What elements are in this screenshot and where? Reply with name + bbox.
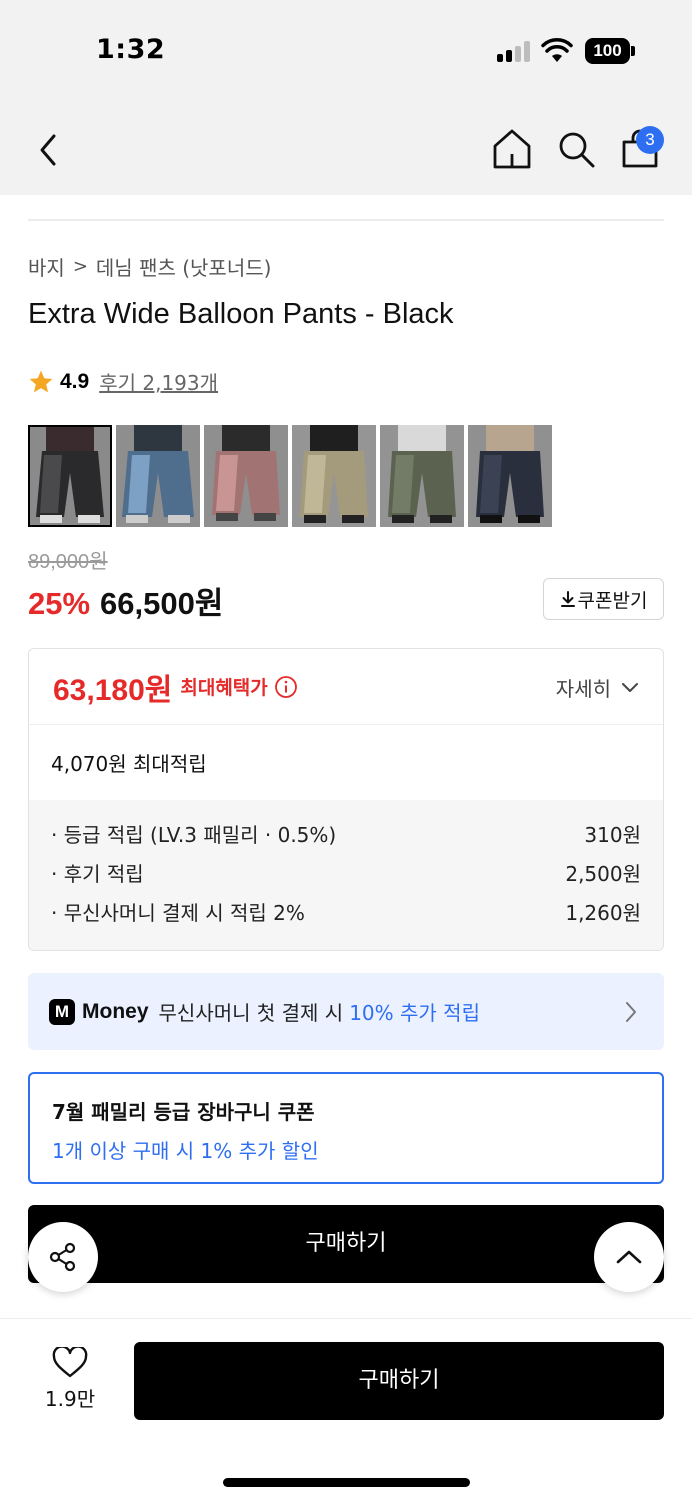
money-brand: Money (82, 999, 149, 1023)
breadcrumb-category[interactable]: 바지 (28, 252, 65, 281)
buy-button-inline[interactable]: 구매하기 (28, 1205, 664, 1283)
wifi-icon (541, 38, 573, 62)
signal-icon (497, 40, 533, 62)
thumbnail-navy[interactable] (468, 425, 552, 527)
like-button[interactable]: 1.9만 (38, 1347, 102, 1417)
scroll-top-button[interactable] (594, 1222, 664, 1292)
back-arrow-icon[interactable] (34, 130, 66, 170)
bottom-action-bar: 1.9만 구매하기 (0, 1318, 692, 1500)
top-bar: 1:32 100 3 (0, 0, 692, 195)
max-benefit-row: 63,180원 최대혜택가 자세히 (29, 649, 663, 725)
download-icon (560, 591, 575, 607)
divider (28, 219, 664, 221)
original-price: 89,000원 (28, 551, 108, 573)
points-breakdown: · 등급 적립 (LV.3 패밀리 · 0.5%) 310원 · 후기 적립 2… (29, 800, 663, 950)
info-icon[interactable] (274, 675, 298, 699)
max-benefit-price: 63,180원 (53, 673, 173, 707)
like-count: 1.9만 (44, 1387, 96, 1411)
breadcrumb: 바지 > 데님 팬츠 (낫포너드) (28, 252, 271, 281)
thumbnail-strip (28, 425, 552, 527)
points-item-label: · 무신사머니 결제 시 적립 2% (51, 901, 305, 925)
money-logo-icon: M (49, 998, 75, 1025)
points-item-value: 1,260원 (565, 901, 641, 925)
rating-row: 4.9 후기 2,193개 (28, 367, 218, 396)
home-icon[interactable] (492, 128, 532, 170)
battery-icon: 100 (585, 38, 635, 64)
review-count-link[interactable]: 후기 2,193개 (99, 367, 218, 396)
thumbnail-beige[interactable] (292, 425, 376, 527)
heart-icon (52, 1347, 88, 1378)
family-coupon-desc: 1개 이상 구매 시 1% 추가 할인 (52, 1139, 319, 1163)
points-item-value: 2,500원 (565, 862, 641, 886)
discount-rate: 25% (28, 586, 91, 621)
family-coupon-title: 7월 패밀리 등급 장바구니 쿠폰 (52, 1100, 315, 1124)
status-time: 1:32 (96, 34, 166, 65)
price-row: 25% 66,500원 (28, 578, 223, 623)
max-benefit-label: 최대혜택가 (180, 677, 268, 699)
money-promo-text: 무신사머니 첫 결제 시 (158, 1001, 344, 1025)
share-button[interactable] (28, 1222, 98, 1292)
share-icon (49, 1242, 76, 1272)
thumbnail-blue-wash[interactable] (116, 425, 200, 527)
thumbnail-black-wash[interactable] (28, 425, 112, 527)
chevron-down-icon (622, 682, 638, 692)
coupon-download-label: 쿠폰받기 (577, 589, 648, 612)
points-item: · 등급 적립 (LV.3 패밀리 · 0.5%) 310원 (51, 820, 641, 859)
cart-count-badge: 3 (636, 126, 664, 154)
sale-price: 66,500원 (100, 586, 224, 621)
battery-level: 100 (585, 38, 630, 64)
rating-value: 4.9 (60, 369, 90, 393)
buy-button[interactable]: 구매하기 (134, 1342, 664, 1420)
max-points: 4,070원 최대적립 (51, 752, 207, 776)
chevron-right-icon (626, 1002, 636, 1022)
points-item: · 무신사머니 결제 시 적립 2% 1,260원 (51, 898, 641, 937)
search-icon[interactable] (556, 129, 596, 169)
benefit-box: 63,180원 최대혜택가 자세히 4,070원 최대적립 · 등급 적립 (L… (28, 648, 664, 951)
detail-toggle-label: 자세히 (555, 677, 611, 701)
points-item-label: · 등급 적립 (LV.3 패밀리 · 0.5%) (51, 823, 337, 847)
thumbnail-pink-wash[interactable] (204, 425, 288, 527)
family-coupon-card[interactable]: 7월 패밀리 등급 장바구니 쿠폰 1개 이상 구매 시 1% 추가 할인 (28, 1072, 664, 1184)
points-item-value: 310원 (584, 823, 641, 847)
breadcrumb-subcategory[interactable]: 데님 팬츠 (낫포너드) (96, 252, 272, 281)
thumbnail-olive[interactable] (380, 425, 464, 527)
home-indicator (223, 1478, 470, 1487)
detail-toggle[interactable]: 자세히 (556, 673, 639, 702)
money-promo-banner[interactable]: M Money 무신사머니 첫 결제 시 10% 추가 적립 (28, 973, 664, 1050)
chevron-up-icon (616, 1250, 642, 1264)
product-title: Extra Wide Balloon Pants - Black (28, 298, 454, 330)
star-icon (29, 370, 53, 392)
points-item-label: · 후기 적립 (51, 862, 144, 886)
breadcrumb-separator: > (72, 256, 88, 277)
money-promo-highlight: 10% 추가 적립 (349, 1001, 480, 1025)
points-item: · 후기 적립 2,500원 (51, 859, 641, 898)
coupon-download-button[interactable]: 쿠폰받기 (543, 578, 664, 620)
